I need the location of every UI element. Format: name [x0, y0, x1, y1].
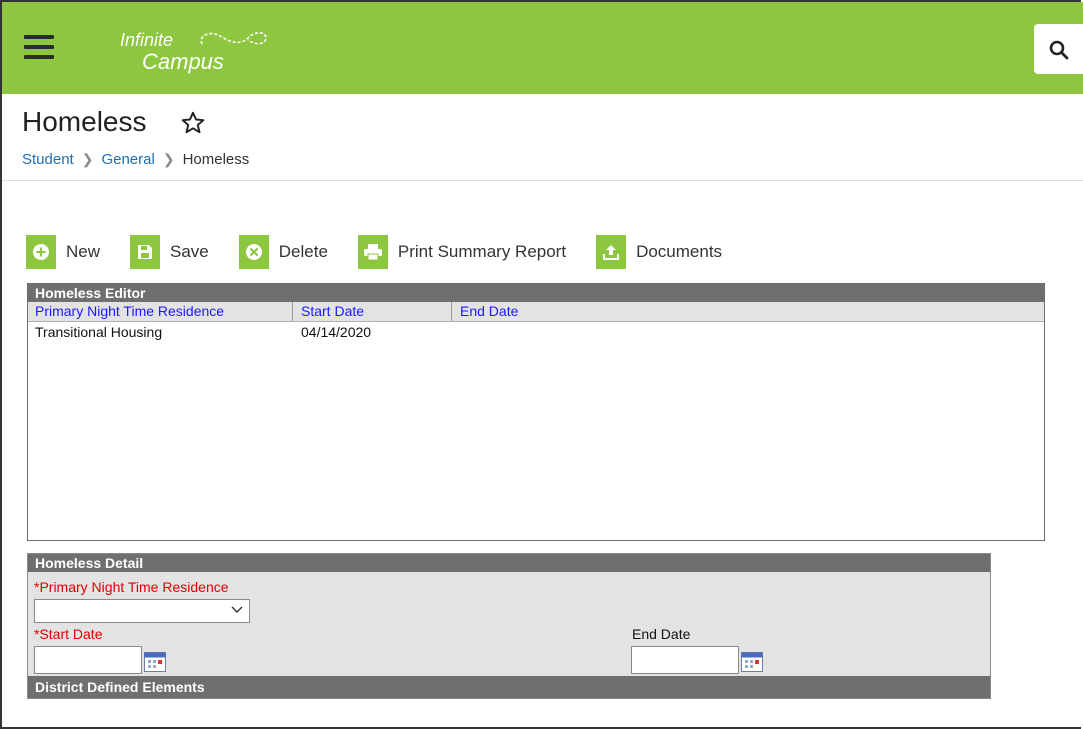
delete-label: Delete: [278, 242, 328, 261]
add-icon: [26, 235, 56, 269]
documents-label: Documents: [636, 242, 723, 261]
column-header-residence[interactable]: Primary Night Time Residence: [35, 302, 224, 321]
new-label: New: [66, 242, 101, 261]
residence-select[interactable]: [34, 599, 250, 623]
documents-button[interactable]: Documents: [596, 235, 722, 269]
editor-header: Homeless Editor: [28, 284, 1044, 302]
end-date-input[interactable]: [631, 646, 739, 674]
search-button[interactable]: [1034, 24, 1083, 74]
column-divider: [292, 302, 293, 321]
top-header: Infinite Campus: [2, 2, 1083, 94]
logo-text-line2: Campus: [142, 49, 224, 74]
detail-header: Homeless Detail: [28, 554, 990, 572]
logo-text-line1: Infinite: [120, 30, 174, 50]
start-date-input[interactable]: [34, 646, 142, 674]
printer-icon: [357, 235, 388, 269]
homeless-detail-panel: Homeless Detail *Primary Night Time Resi…: [27, 553, 991, 699]
table-row[interactable]: Transitional Housing 04/14/2020: [28, 322, 1044, 342]
chevron-right-icon: ❯: [81, 151, 94, 167]
calendar-icon[interactable]: [144, 652, 166, 672]
action-toolbar: New Save Delete Print Summary Report Doc…: [26, 234, 752, 270]
column-header-end-date[interactable]: End Date: [460, 302, 518, 321]
chevron-right-icon: ❯: [162, 151, 175, 167]
save-icon: [130, 235, 161, 269]
breadcrumb-homeless: Homeless: [182, 151, 250, 168]
column-header-start-date[interactable]: Start Date: [301, 302, 364, 321]
divider: [2, 180, 1083, 181]
breadcrumb-general[interactable]: General: [101, 151, 154, 168]
row-start-date: 04/14/2020: [301, 324, 372, 340]
infinite-campus-logo: Infinite Campus: [118, 24, 278, 76]
favorite-star-icon[interactable]: [180, 110, 206, 136]
homeless-editor-panel: Homeless Editor Primary Night Time Resid…: [27, 283, 1045, 541]
chevron-down-icon: [231, 606, 243, 613]
save-label: Save: [170, 242, 209, 261]
residence-label: *Primary Night Time Residence: [34, 579, 229, 595]
column-divider: [451, 302, 452, 321]
page-title: Homeless: [22, 106, 147, 137]
new-button[interactable]: New: [26, 235, 100, 269]
upload-icon: [596, 235, 627, 269]
delete-button[interactable]: Delete: [238, 235, 328, 269]
start-date-label: *Start Date: [34, 626, 103, 642]
print-summary-report-button[interactable]: Print Summary Report: [357, 235, 567, 269]
breadcrumb-student[interactable]: Student: [22, 151, 74, 168]
print-label: Print Summary Report: [397, 242, 567, 261]
delete-icon: [238, 235, 269, 269]
menu-icon[interactable]: [24, 32, 54, 62]
breadcrumb: Student ❯ General ❯ Homeless: [22, 151, 249, 168]
editor-grid-header: Primary Night Time Residence Start Date …: [28, 302, 1044, 322]
district-defined-elements-header[interactable]: District Defined Elements: [28, 676, 990, 698]
end-date-label: End Date: [632, 626, 691, 642]
row-residence: Transitional Housing: [35, 324, 163, 340]
calendar-icon[interactable]: [741, 652, 763, 672]
save-button[interactable]: Save: [130, 235, 209, 269]
infinity-icon: [200, 31, 267, 45]
search-icon: [1049, 40, 1069, 60]
